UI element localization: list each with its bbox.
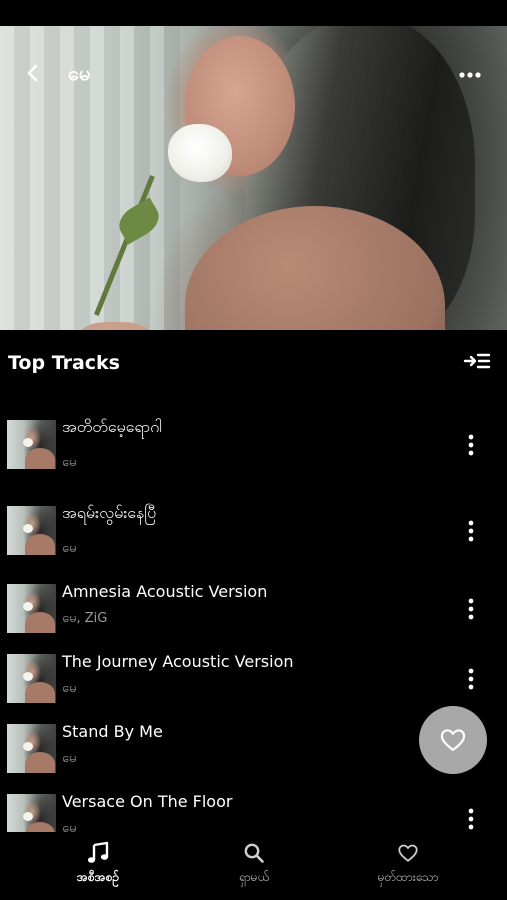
nav-label: အစီအစဉ် bbox=[76, 870, 120, 884]
track-row[interactable]: အရမ်းလွမ်းနေပြီ မေ bbox=[0, 500, 507, 560]
more-vertical-icon bbox=[468, 668, 474, 690]
back-button[interactable] bbox=[18, 58, 48, 88]
track-row[interactable]: Amnesia Acoustic Version မေ, ZiG bbox=[0, 580, 507, 640]
nav-item-search[interactable]: ရှာမယ် bbox=[214, 832, 294, 900]
white-rose bbox=[168, 124, 232, 182]
more-vertical-icon bbox=[468, 434, 474, 456]
more-vertical-icon bbox=[468, 598, 474, 620]
add-to-queue-button[interactable] bbox=[462, 350, 492, 372]
track-artist: မေ bbox=[62, 681, 77, 696]
more-vertical-icon bbox=[468, 808, 474, 830]
queue-arrow-icon bbox=[463, 353, 491, 369]
track-title: Versace On The Floor bbox=[62, 792, 233, 811]
track-title: Amnesia Acoustic Version bbox=[62, 582, 268, 601]
artist-header: မေ bbox=[0, 54, 507, 94]
more-vertical-icon bbox=[468, 520, 474, 542]
track-thumbnail bbox=[7, 584, 56, 633]
track-title: Stand By Me bbox=[62, 722, 163, 741]
track-artist: မေ bbox=[62, 541, 77, 556]
track-thumbnail bbox=[7, 654, 56, 703]
track-more-button[interactable] bbox=[458, 430, 484, 460]
favorite-fab-button[interactable] bbox=[419, 706, 487, 774]
top-tracks-header: Top Tracks bbox=[0, 340, 507, 384]
artist-name: မေ bbox=[68, 61, 91, 85]
more-options-button[interactable] bbox=[452, 60, 488, 90]
heart-outline-icon bbox=[398, 844, 418, 862]
track-row[interactable]: အတိတ်မေ့ရောဂါ မေ bbox=[0, 414, 507, 474]
track-artist: မေ bbox=[62, 455, 77, 470]
track-artist: မေ bbox=[62, 751, 77, 766]
track-more-button[interactable] bbox=[458, 516, 484, 546]
nav-label: မှတ်ထားသော bbox=[377, 870, 439, 884]
heart-outline-icon bbox=[440, 729, 466, 752]
track-title: အရမ်းလွမ်းနေပြီ bbox=[62, 503, 157, 522]
bottom-navigation: အစီအစဉ် ရှာမယ် မှတ်ထားသော bbox=[0, 832, 507, 900]
track-title: အတိတ်မေ့ရောဂါ bbox=[62, 417, 163, 436]
track-thumbnail bbox=[7, 506, 56, 555]
track-thumbnail bbox=[7, 724, 56, 773]
track-more-button[interactable] bbox=[458, 804, 484, 834]
track-artist: မေ, ZiG bbox=[62, 611, 108, 626]
more-horizontal-icon bbox=[459, 72, 481, 78]
music-note-icon bbox=[87, 841, 109, 863]
nav-item-favorites[interactable]: မှတ်ထားသော bbox=[358, 832, 458, 900]
nav-item-playlist[interactable]: အစီအစဉ် bbox=[58, 832, 138, 900]
track-title: The Journey Acoustic Version bbox=[62, 652, 294, 671]
section-title: Top Tracks bbox=[8, 352, 120, 374]
nav-label: ရှာမယ် bbox=[238, 870, 270, 884]
chevron-left-icon bbox=[27, 64, 38, 82]
search-icon bbox=[244, 843, 264, 863]
track-more-button[interactable] bbox=[458, 664, 484, 694]
track-thumbnail bbox=[7, 420, 56, 469]
track-row[interactable]: The Journey Acoustic Version မေ bbox=[0, 650, 507, 710]
status-bar bbox=[0, 0, 507, 26]
track-more-button[interactable] bbox=[458, 594, 484, 624]
